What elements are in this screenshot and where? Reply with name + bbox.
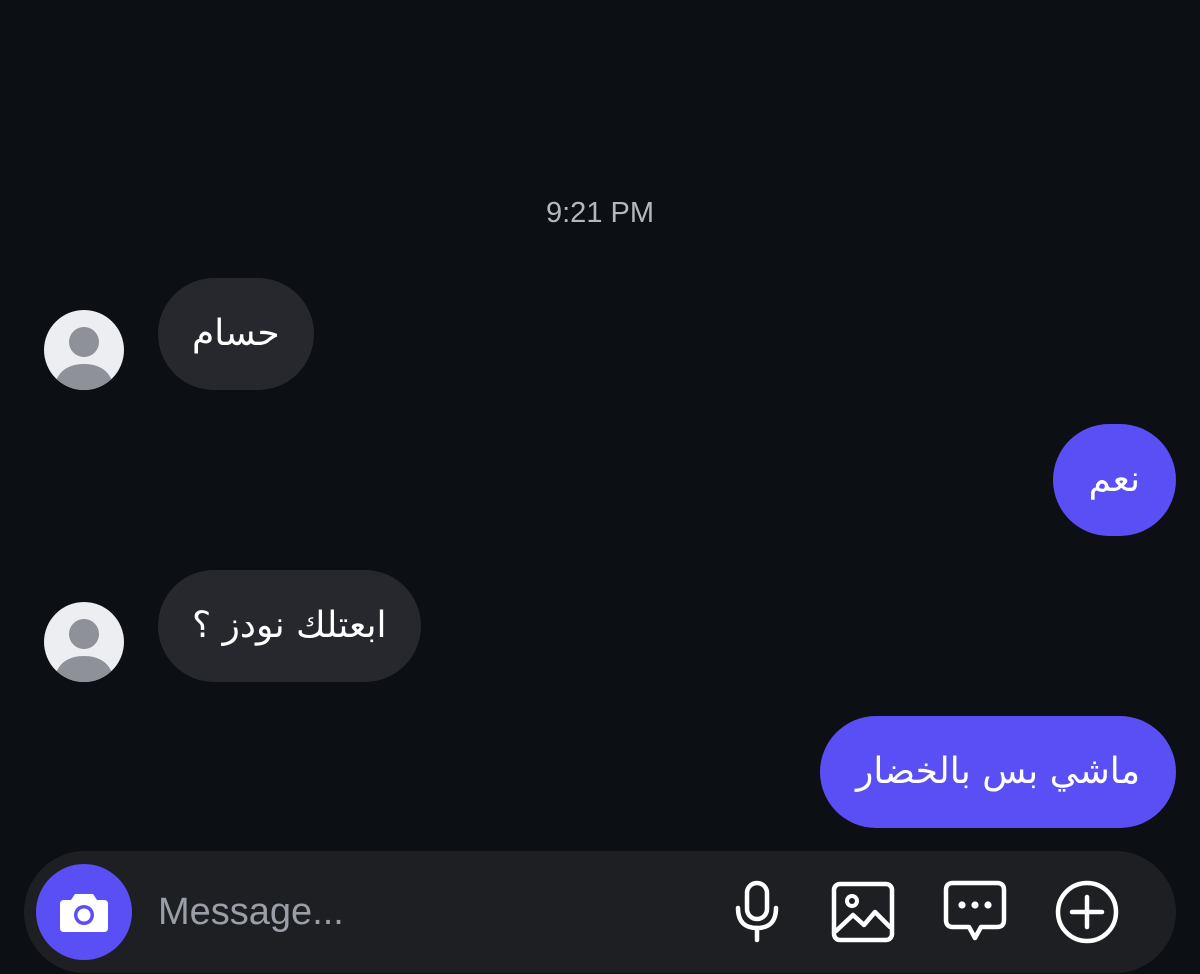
camera-icon xyxy=(60,894,108,932)
sticker-chat-icon xyxy=(943,880,1007,941)
more-options-button[interactable] xyxy=(1054,879,1120,945)
add-circle-icon xyxy=(1055,880,1119,944)
gallery-icon xyxy=(831,881,895,943)
chat-screen: 9:21 PM حسام نعم ابعتلك نودز ؟ ماشي بس ب… xyxy=(0,0,1200,974)
incoming-message-bubble[interactable]: ابعتلك نودز ؟ xyxy=(158,570,421,682)
camera-button[interactable] xyxy=(36,864,132,960)
message-composer xyxy=(24,851,1176,973)
microphone-icon xyxy=(735,880,779,943)
default-avatar-icon xyxy=(54,327,114,390)
outgoing-message-bubble[interactable]: نعم xyxy=(1052,424,1176,536)
incoming-message-bubble[interactable]: حسام xyxy=(158,278,314,390)
message-input[interactable] xyxy=(158,886,678,938)
voice-message-button[interactable] xyxy=(724,879,790,945)
default-avatar-icon xyxy=(54,619,114,682)
sender-avatar[interactable] xyxy=(44,602,124,682)
sender-avatar[interactable] xyxy=(44,310,124,390)
gallery-button[interactable] xyxy=(830,879,896,945)
message-timestamp: 9:21 PM xyxy=(546,197,654,229)
sticker-button[interactable] xyxy=(942,879,1008,945)
outgoing-message-bubble[interactable]: ماشي بس بالخضار xyxy=(820,716,1176,828)
